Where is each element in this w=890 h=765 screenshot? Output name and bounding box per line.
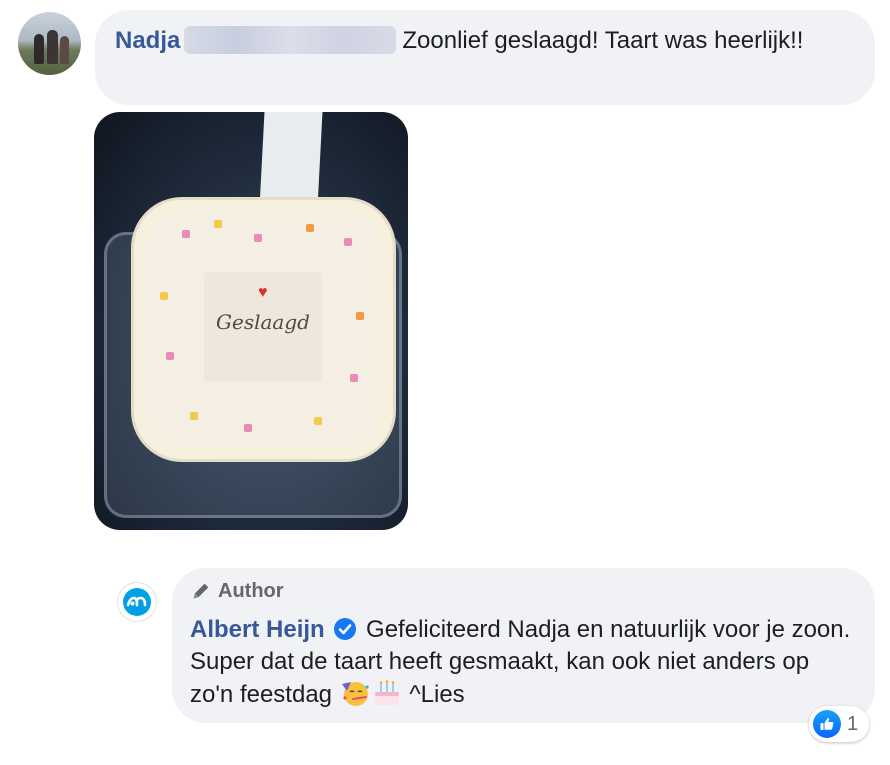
avatar-photo-figure: [60, 36, 69, 64]
photo-sprinkle: [214, 220, 222, 228]
photo-sprinkle: [182, 230, 190, 238]
reply-signature: ^Lies: [409, 681, 465, 708]
photo-sprinkle: [350, 374, 358, 382]
reaction-count: 1: [847, 712, 859, 735]
partying-face-emoji-icon: [341, 682, 369, 706]
avatar-photo-figure: [47, 30, 58, 64]
comment-author-name[interactable]: Nadja: [115, 27, 180, 54]
comment-photo[interactable]: ♥ Geslaagd: [94, 112, 408, 530]
author-badge: Author: [190, 578, 855, 604]
photo-sprinkle: [166, 352, 174, 360]
reply-bubble: Author Albert Heijn Gefeliciteerd Nadja …: [172, 568, 875, 723]
photo-sprinkle: [306, 224, 314, 232]
like-reaction-icon: [813, 710, 841, 738]
avatar-photo-figure: [34, 34, 44, 64]
photo-sprinkle: [254, 234, 262, 242]
albert-heijn-avatar[interactable]: [117, 582, 157, 622]
author-badge-label: Author: [218, 579, 284, 602]
photo-sprinkle: [356, 312, 364, 320]
pencil-icon: [193, 583, 209, 599]
reply-body: Albert Heijn Gefeliciteerd Nadja en natu…: [190, 614, 855, 711]
commenter-avatar[interactable]: [18, 12, 81, 75]
photo-sprinkle: [314, 417, 322, 425]
photo-sprinkle: [160, 292, 168, 300]
blurred-surname: [184, 26, 397, 54]
birthday-cake-emoji-icon: [374, 680, 399, 705]
comment-bubble: Nadja Zoonlief geslaagd! Taart was heerli…: [95, 10, 875, 105]
photo-sprinkle: [244, 424, 252, 432]
photo-card-text: Geslaagd: [216, 310, 310, 334]
albert-heijn-logo-icon: [123, 588, 151, 616]
heart-icon: ♥: [258, 284, 268, 301]
reply-author-name[interactable]: Albert Heijn: [190, 616, 325, 643]
reaction-summary[interactable]: 1: [809, 706, 869, 742]
photo-label-strip: [259, 112, 323, 207]
photo-sprinkle: [344, 238, 352, 246]
comment-text: Zoonlief geslaagd! Taart was heerlijk!!: [402, 27, 804, 54]
photo-cake-card: ♥ Geslaagd: [204, 272, 322, 382]
verified-badge-icon: [334, 618, 357, 640]
photo-sprinkle: [190, 412, 198, 420]
